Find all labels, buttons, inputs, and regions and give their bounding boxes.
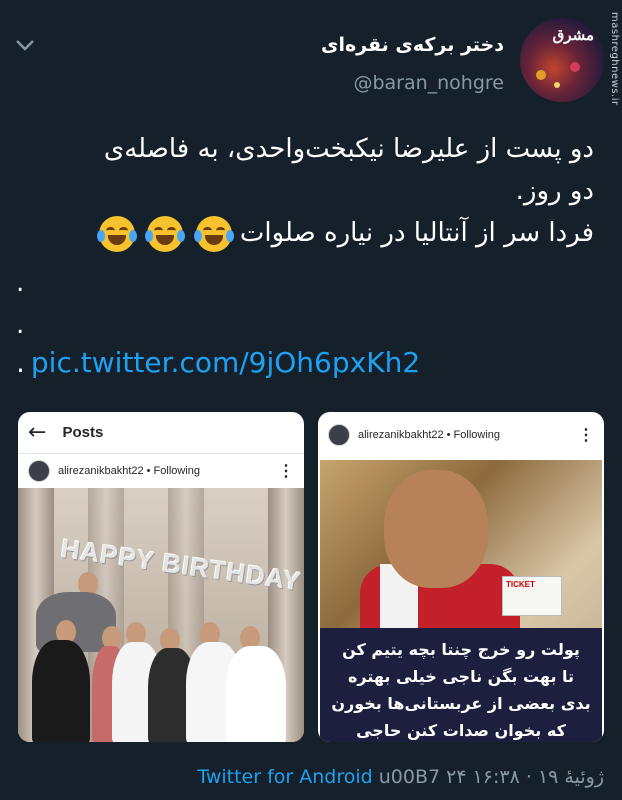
ig-user-row: alirezanikbakht22 • Following ⋮ <box>18 454 304 488</box>
face-with-tears-of-joy-icon <box>97 215 138 252</box>
tweet-text-line2: دو روز. <box>515 176 594 206</box>
tweet-time: ۱۶:۳۸ <box>472 766 520 788</box>
avatar <box>328 424 350 446</box>
emoji-row <box>95 212 234 254</box>
more-options-icon: ⋮ <box>578 427 594 444</box>
user-handle[interactable]: @baran_nohgre <box>353 72 504 94</box>
tweet-text-line1: دو پست از علیرضا نیکبخت‌واحدی، به فاصله‌… <box>103 134 594 164</box>
ticket-label: TICKET <box>502 576 562 616</box>
ig-user-row: alirezanikbakht22 • Following ⋮ <box>318 412 604 458</box>
more-options-icon: ⋮ <box>278 463 294 480</box>
tweet-link[interactable]: . pic.twitter.com/9jOh6pxKh2 <box>16 346 420 379</box>
ig-username: alirezanikbakht22 <box>358 429 444 441</box>
mashregh-logo: مشرق <box>552 26 594 44</box>
display-name[interactable]: دختر برکه‌ی نقره‌ای <box>321 34 504 56</box>
meta-separator: · <box>525 766 532 788</box>
via-separator: u00B7 <box>378 766 441 788</box>
tweet-text: دو پست از علیرضا نیکبخت‌واحدی، به فاصله‌… <box>16 128 594 254</box>
group-photo: HAPPY BIRTHDAY <box>18 488 304 742</box>
tweet-text-line3: فردا سر از آنتالیا در نیاره صلوات <box>16 212 594 254</box>
follow-status: • Following <box>446 429 500 441</box>
tweet-meta: Twitter for Android u00B7 ۲۴ ژوئیهٔ ۱۹ ·… <box>197 766 604 788</box>
watermark-text: mashreghnews.ir <box>609 12 620 106</box>
media-card-right[interactable]: alirezanikbakht22 • Following ⋮ TICKET پ… <box>318 412 604 742</box>
follow-status: • Following <box>146 465 200 477</box>
back-arrow-icon: ← <box>28 420 47 445</box>
ig-header-title: Posts <box>62 424 104 441</box>
face-with-tears-of-joy-icon <box>145 215 186 252</box>
avatar[interactable]: مشرق <box>520 18 604 102</box>
media-card-left[interactable]: ← Posts alirezanikbakht22 • Following ⋮ … <box>18 412 304 742</box>
crying-child-photo: TICKET <box>320 460 602 628</box>
chevron-down-icon[interactable] <box>14 34 36 56</box>
ig-header: ← Posts <box>18 412 304 454</box>
ig-username: alirezanikbakht22 <box>58 465 144 477</box>
tweet-source-link[interactable]: Twitter for Android <box>197 766 372 788</box>
face-with-tears-of-joy-icon <box>193 215 234 252</box>
dot-line: . <box>16 268 25 298</box>
avatar <box>28 460 50 482</box>
dot-line: . <box>16 310 25 340</box>
image-caption: پولت رو خرج چنتا بچه یتیم کن تا بهت بگن … <box>320 628 602 742</box>
